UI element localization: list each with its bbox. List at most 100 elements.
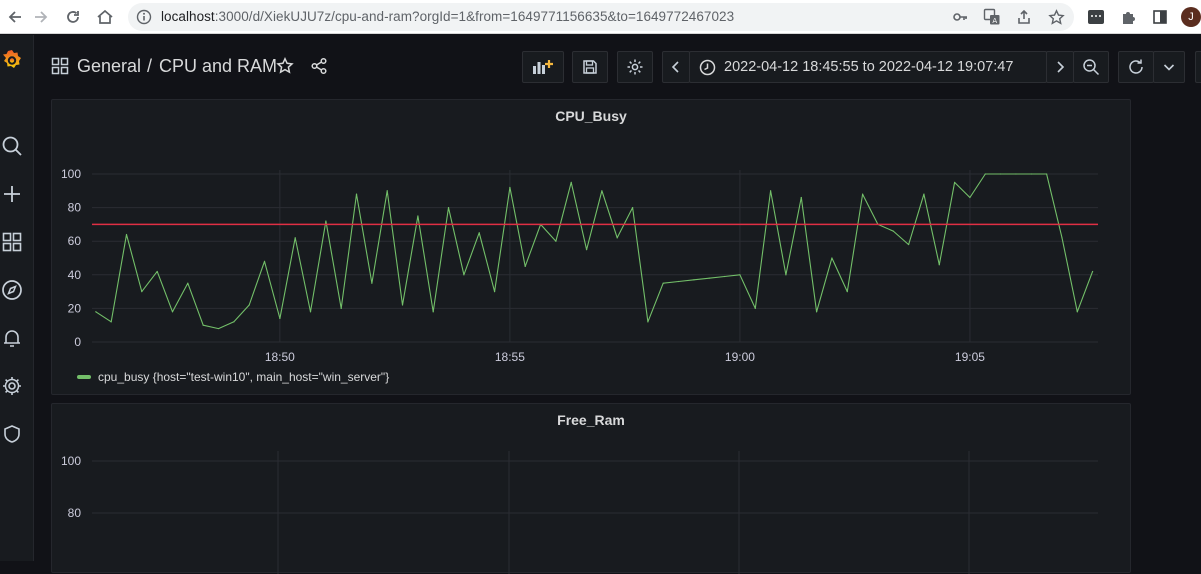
data-point	[723, 275, 726, 278]
data-point	[478, 232, 480, 234]
time-range-picker[interactable]: 2022-04-12 18:45:55 to 2022-04-12 19:07:…	[689, 51, 1047, 83]
time-shift-forward-button[interactable]	[1046, 51, 1074, 83]
grafana-logo-icon[interactable]	[0, 48, 24, 72]
zoom-out-button[interactable]	[1073, 51, 1109, 83]
dashboard-grid-icon	[51, 57, 69, 80]
site-info-icon[interactable]	[136, 9, 152, 30]
data-point	[662, 282, 664, 284]
reload-icon[interactable]	[62, 6, 84, 28]
shield-icon[interactable]	[0, 422, 24, 446]
svg-text:A: A	[992, 17, 997, 25]
data-point	[954, 181, 956, 183]
y-tick-label: 20	[68, 301, 82, 315]
url-path: :3000/d/XiekUJU7z/cpu-and-ram?orgId=1&fr…	[214, 9, 735, 24]
y-tick-label: 60	[68, 234, 82, 248]
data-point	[463, 274, 465, 276]
data-point	[631, 207, 634, 209]
side-panel-icon[interactable]	[1149, 6, 1171, 28]
data-point	[1076, 311, 1078, 313]
data-point	[386, 190, 388, 192]
refresh-icon	[1129, 59, 1143, 74]
browser-toolbar: localhost:3000/d/XiekUJU7z/cpu-and-ram?o…	[0, 0, 1201, 34]
breadcrumb-folder[interactable]: General	[77, 56, 141, 77]
data-point	[401, 304, 404, 306]
add-panel-icon	[533, 60, 553, 74]
data-point	[309, 311, 312, 313]
refresh-interval-dropdown[interactable]	[1153, 51, 1185, 83]
free-ram-panel: Free_Ram 80 100	[51, 403, 1132, 574]
add-panel-button[interactable]	[522, 51, 564, 83]
dashboards-icon[interactable]	[0, 230, 24, 254]
time-shift-back-button[interactable]	[662, 51, 690, 83]
data-point	[647, 321, 649, 323]
key-icon[interactable]	[949, 6, 971, 28]
save-icon	[583, 60, 597, 74]
data-point	[969, 196, 971, 199]
y-tick-label: 40	[68, 268, 82, 282]
data-point	[263, 260, 266, 262]
data-point	[509, 186, 511, 189]
dashboard-settings-button[interactable]	[617, 51, 653, 83]
legend-item[interactable]: cpu_busy {host="test-win10", main_host="…	[77, 370, 389, 384]
data-point	[938, 264, 940, 266]
back-icon[interactable]	[4, 6, 26, 28]
share-icon[interactable]	[310, 57, 328, 80]
forward-icon[interactable]	[30, 6, 52, 28]
data-point	[1092, 270, 1094, 273]
data-point	[923, 193, 925, 195]
star-icon[interactable]	[276, 57, 294, 80]
data-point	[171, 311, 174, 313]
x-tick-label: 18:50	[265, 350, 295, 364]
home-icon[interactable]	[94, 6, 116, 28]
refresh-button[interactable]	[1118, 51, 1154, 83]
y-tick-label: 80	[68, 506, 82, 520]
bookmark-star-icon[interactable]	[1045, 6, 1067, 28]
page-title[interactable]: CPU and RAM	[159, 56, 277, 77]
data-point	[95, 311, 97, 313]
gear-icon	[627, 59, 643, 75]
zoom-out-icon	[1083, 59, 1100, 76]
address-bar[interactable]: localhost:3000/d/XiekUJU7z/cpu-and-ram?o…	[128, 3, 1074, 31]
data-point	[908, 243, 910, 246]
chevron-down-icon	[1163, 64, 1175, 71]
extensions-puzzle-icon[interactable]	[1117, 6, 1139, 28]
view-mode-button[interactable]	[1195, 51, 1201, 83]
configuration-icon[interactable]	[0, 374, 24, 398]
save-dashboard-button[interactable]	[572, 51, 608, 83]
translate-icon[interactable]: A	[981, 6, 1003, 28]
cpu-busy-graph[interactable]: 0 20 40 60 80 100 18:50 18:55 19:00 19:05	[52, 100, 1132, 396]
data-point	[1030, 173, 1032, 175]
cpu-busy-panel: CPU_Busy 0 20 40 60 80 100 18:50 18:55 19:00 19:0…	[51, 99, 1131, 395]
data-point	[447, 207, 450, 209]
data-point	[1046, 173, 1048, 175]
data-point	[371, 282, 373, 284]
data-point	[601, 190, 603, 192]
data-point	[984, 173, 986, 175]
url-text: localhost:3000/d/XiekUJU7z/cpu-and-ram?o…	[161, 9, 734, 24]
data-point	[555, 240, 557, 242]
data-point	[141, 291, 143, 293]
share-icon[interactable]	[1013, 6, 1035, 28]
url-host: localhost	[161, 9, 215, 24]
free-ram-graph[interactable]: 80 100	[52, 404, 1132, 574]
dashboard-nav: General / CPU and RAM 2022-04-12 18:45:5…	[34, 35, 1201, 97]
data-point	[524, 265, 526, 267]
x-tick-label: 18:55	[495, 350, 525, 364]
data-point	[785, 274, 787, 276]
extension-dark-icon[interactable]	[1085, 6, 1107, 28]
explore-icon[interactable]	[0, 278, 24, 302]
profile-avatar[interactable]: J	[1181, 7, 1201, 27]
plus-icon[interactable]	[0, 182, 24, 206]
data-point	[677, 280, 680, 283]
data-point	[202, 324, 204, 326]
y-tick-label: 100	[61, 167, 81, 181]
data-point	[279, 317, 281, 320]
x-tick-label: 19:00	[725, 350, 755, 364]
y-tick-label: 0	[74, 335, 81, 349]
data-point	[493, 291, 496, 293]
alerting-icon[interactable]	[0, 326, 24, 350]
search-icon[interactable]	[0, 134, 24, 158]
time-range-text: 2022-04-12 18:45:55 to 2022-04-12 19:07:…	[724, 59, 1014, 75]
x-tick-label: 19:05	[955, 350, 985, 364]
data-point	[831, 257, 833, 259]
